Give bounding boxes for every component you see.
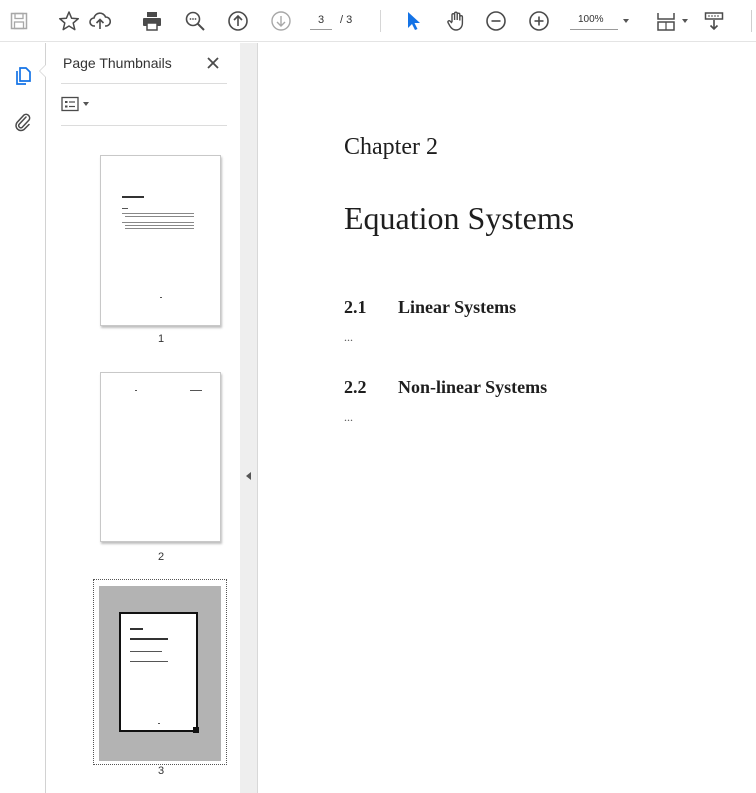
thumbnail-label: 1 bbox=[157, 333, 165, 345]
section-body: ... bbox=[344, 410, 353, 424]
zoom-level-dropdown[interactable]: 100% bbox=[570, 12, 618, 30]
close-icon[interactable] bbox=[202, 52, 224, 74]
thumb-text-line bbox=[125, 225, 194, 226]
list-options-icon bbox=[61, 96, 79, 112]
thumbnail-label: 2 bbox=[157, 551, 165, 563]
select-arrow-icon[interactable] bbox=[399, 7, 427, 35]
thumb-text-line bbox=[190, 390, 202, 391]
bookmark-star-icon[interactable] bbox=[55, 7, 83, 35]
section-number: 2.2 bbox=[344, 377, 367, 397]
resize-handle[interactable] bbox=[193, 727, 199, 733]
page-thumbnails-icon[interactable] bbox=[9, 62, 37, 90]
zoom-out-icon[interactable] bbox=[482, 7, 510, 35]
page-thumbnail-2[interactable] bbox=[100, 372, 221, 542]
navigation-rail bbox=[0, 43, 46, 793]
section-number: 2.1 bbox=[344, 297, 367, 317]
thumb-text-line bbox=[122, 208, 128, 209]
section-heading: 2.2 Non-linear Systems bbox=[344, 377, 547, 398]
next-page-icon[interactable] bbox=[267, 7, 295, 35]
chevron-down-icon[interactable] bbox=[623, 19, 629, 23]
scroll-mode-icon[interactable] bbox=[700, 7, 728, 35]
attachment-paperclip-icon[interactable] bbox=[9, 108, 37, 136]
zoom-in-icon[interactable] bbox=[525, 7, 553, 35]
page-thumbnail-1[interactable] bbox=[100, 155, 221, 326]
print-icon[interactable] bbox=[138, 7, 166, 35]
thumb-text-line bbox=[130, 638, 168, 640]
thumb-text-line bbox=[122, 196, 144, 198]
page-thumbnails-panel: Page Thumbnails 1 2 3 bbox=[47, 43, 240, 793]
thumbnail-options-button[interactable] bbox=[61, 93, 101, 115]
chevron-down-icon[interactable] bbox=[682, 19, 688, 23]
collapse-arrow-icon[interactable] bbox=[246, 472, 251, 480]
thumb-text-line bbox=[130, 661, 168, 662]
section-heading: 2.1 Linear Systems bbox=[344, 297, 516, 318]
divider bbox=[61, 125, 227, 126]
page-number-input[interactable]: 3 bbox=[310, 12, 332, 30]
thumb-page-number bbox=[158, 723, 160, 724]
save-icon[interactable] bbox=[5, 7, 33, 35]
zoom-search-icon[interactable] bbox=[181, 7, 209, 35]
cloud-upload-icon[interactable] bbox=[86, 7, 114, 35]
thumb-text-line bbox=[125, 216, 194, 217]
thumb-page-number bbox=[160, 297, 162, 298]
fit-page-icon[interactable] bbox=[652, 7, 680, 35]
document-view: Chapter 2 Equation Systems 2.1 Linear Sys… bbox=[259, 43, 756, 793]
toolbar: 3 / 3 100% bbox=[0, 0, 756, 42]
chevron-down-icon bbox=[83, 102, 89, 106]
thumb-text-line bbox=[122, 213, 194, 214]
chapter-title: Equation Systems bbox=[344, 200, 575, 236]
toolbar-divider bbox=[380, 10, 381, 32]
page-total: / 3 bbox=[340, 14, 353, 26]
thumb-text-line bbox=[135, 390, 137, 391]
section-title: Linear Systems bbox=[398, 297, 517, 317]
toolbar-divider bbox=[751, 10, 752, 32]
panel-title: Page Thumbnails bbox=[63, 55, 172, 71]
thumb-text-line bbox=[122, 222, 194, 223]
thumbnail-label: 3 bbox=[157, 765, 165, 777]
thumb-text-line bbox=[130, 628, 143, 630]
chapter-label: Chapter 2 bbox=[344, 134, 438, 160]
active-rail-pointer bbox=[39, 64, 46, 78]
thumb-text-line bbox=[130, 651, 162, 652]
hand-pan-icon[interactable] bbox=[442, 7, 470, 35]
section-title: Non-linear Systems bbox=[398, 377, 548, 397]
panel-collapse-strip[interactable] bbox=[240, 43, 258, 793]
page-thumbnail-3[interactable] bbox=[99, 586, 221, 761]
section-body: ... bbox=[344, 330, 353, 344]
divider bbox=[61, 83, 227, 84]
previous-page-icon[interactable] bbox=[224, 7, 252, 35]
thumb-text-line bbox=[125, 228, 194, 229]
current-view-box bbox=[119, 612, 198, 732]
